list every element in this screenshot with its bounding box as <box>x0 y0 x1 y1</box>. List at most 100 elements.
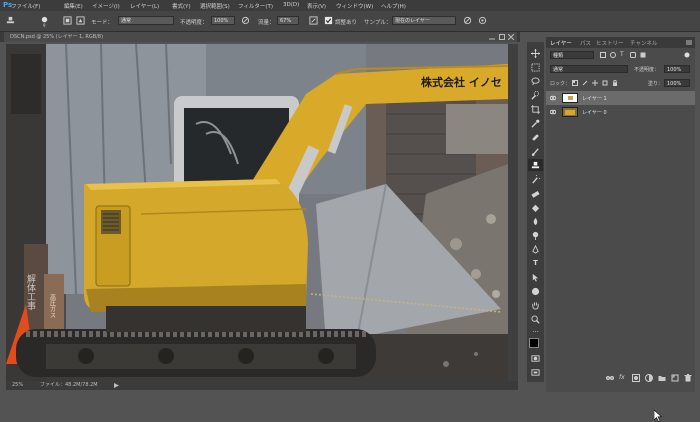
layers-panel: レイヤー パス ヒストリー チャンネル 種類 T 通常 不透明度： 100% ロ… <box>546 37 695 392</box>
menu-edit[interactable]: 編集(E) <box>64 2 83 10</box>
menu-type[interactable]: 書式(Y) <box>172 2 191 10</box>
filter-shape-icon[interactable] <box>630 52 636 58</box>
tab-history[interactable]: ヒストリー <box>596 39 624 47</box>
options-bar: 9 モード： 通常 不透明度： 100% 流量： 67% 調整あり サンプル： … <box>0 11 700 32</box>
history-brush-tool-icon[interactable] <box>531 175 540 184</box>
more-tools-icon[interactable]: ··· <box>531 328 540 337</box>
eraser-tool-icon[interactable] <box>531 189 540 198</box>
menu-image[interactable]: イメージ(I) <box>92 2 120 10</box>
move-tool-icon[interactable] <box>531 49 540 58</box>
pressure-size-icon[interactable] <box>478 16 487 25</box>
panel-tabs: レイヤー パス ヒストリー チャンネル <box>546 37 695 48</box>
new-group-icon[interactable] <box>658 374 666 382</box>
visibility-eye-icon[interactable] <box>550 95 556 101</box>
canvas-vertical-scrollbar[interactable] <box>508 44 518 381</box>
sample-select[interactable]: 現在のレイヤー <box>392 16 456 25</box>
dodge-tool-icon[interactable] <box>531 231 540 240</box>
clone-stamp-tool-icon[interactable] <box>6 16 15 25</box>
excavator-photo: 解体工事 高圧ガス 株式会社 イノセ <box>6 44 508 381</box>
lock-artboard-icon[interactable] <box>602 80 608 86</box>
lock-image-icon[interactable] <box>582 80 588 86</box>
opacity-input[interactable]: 100% <box>211 16 235 25</box>
clone-stamp-tool-icon[interactable] <box>531 161 540 170</box>
zoom-tool-icon[interactable] <box>531 315 540 324</box>
zoom-level[interactable]: 25% <box>12 381 23 390</box>
layer-kind-label: 種類 <box>553 53 564 59</box>
document-tab[interactable]: DSCN.psd @ 25% (レイヤー 1, RGB/8) <box>4 32 517 42</box>
lasso-tool-icon[interactable] <box>531 77 540 86</box>
screen-mode-icon[interactable] <box>531 368 540 377</box>
tab-channels[interactable]: チャンネル <box>630 39 657 47</box>
menu-help[interactable]: ヘルプ(H) <box>381 2 406 10</box>
visibility-eye-icon[interactable] <box>550 109 556 115</box>
filter-adjustment-icon[interactable] <box>610 52 616 58</box>
menu-3d[interactable]: 3D(D) <box>283 2 299 8</box>
link-layers-icon[interactable] <box>606 374 614 382</box>
lock-transparent-icon[interactable] <box>572 80 578 86</box>
layer-name: レイヤー 0 <box>582 110 607 116</box>
menu-window[interactable]: ウィンドウ(W) <box>336 2 373 10</box>
layer-opacity-label: 不透明度： <box>634 67 660 73</box>
eyedropper-tool-icon[interactable] <box>531 119 540 128</box>
quick-mask-icon[interactable] <box>531 354 540 363</box>
gradient-tool-icon[interactable] <box>531 203 540 212</box>
aligned-checkbox-icon[interactable] <box>324 16 333 25</box>
lock-label: ロック： <box>550 81 571 87</box>
marquee-tool-icon[interactable] <box>531 63 540 72</box>
airbrush-icon[interactable] <box>309 16 318 25</box>
menu-layer[interactable]: レイヤー(L) <box>130 2 159 10</box>
status-menu-arrow-icon[interactable] <box>114 383 119 388</box>
lock-all-icon[interactable] <box>612 80 618 86</box>
tab-paths[interactable]: パス <box>580 39 591 47</box>
fill-input[interactable]: 100% <box>664 79 690 87</box>
pen-tool-icon[interactable] <box>531 245 540 254</box>
pressure-opacity-icon[interactable] <box>241 16 250 25</box>
layer-row-1[interactable]: レイヤー 1 <box>546 91 695 105</box>
add-mask-icon[interactable] <box>632 374 640 382</box>
crop-tool-icon[interactable] <box>531 105 540 114</box>
toggle-brush-panel-icon[interactable] <box>63 16 72 25</box>
layer-style-icon[interactable]: fx <box>619 374 627 382</box>
sample-label: サンプル： <box>364 20 392 26</box>
healing-brush-tool-icon[interactable] <box>531 133 540 142</box>
tab-layers[interactable]: レイヤー <box>550 39 572 47</box>
mode-select[interactable]: 通常 <box>118 16 174 25</box>
minimize-icon[interactable] <box>489 34 495 40</box>
canvas-sign-gas: 高圧ガス <box>49 293 56 318</box>
filter-type-icon[interactable]: T <box>620 51 624 58</box>
status-bar: 25% ファイル：48.2M/78.2M <box>6 381 518 390</box>
blend-mode-select[interactable]: 通常 <box>550 65 628 73</box>
menu-file[interactable]: ファイル(F) <box>11 2 40 10</box>
layer-row-0[interactable]: レイヤー 0 <box>546 105 695 119</box>
menu-select[interactable]: 選択範囲(S) <box>200 2 230 10</box>
layer-kind-select[interactable]: 種類 <box>550 51 594 59</box>
document-tab-title: DSCN.psd @ 25% (レイヤー 1, RGB/8) <box>10 34 104 40</box>
clone-source-panel-icon[interactable] <box>76 16 85 25</box>
menu-view[interactable]: 表示(V) <box>307 2 326 10</box>
flow-label: 流量： <box>258 20 275 26</box>
filter-pixel-icon[interactable] <box>600 52 606 58</box>
shape-tool-icon[interactable] <box>531 287 540 296</box>
type-tool-icon[interactable]: T <box>531 259 540 268</box>
maximize-icon[interactable] <box>499 34 505 40</box>
brush-tool-icon[interactable] <box>531 147 540 156</box>
delete-layer-icon[interactable] <box>684 374 692 382</box>
file-info[interactable]: ファイル：48.2M/78.2M <box>40 381 98 390</box>
foreground-color-swatch[interactable] <box>529 338 539 348</box>
ignore-adjustment-icon[interactable] <box>463 16 472 25</box>
flow-input[interactable]: 67% <box>277 16 299 25</box>
document-canvas[interactable]: 解体工事 高圧ガス 株式会社 イノセ <box>6 44 508 381</box>
close-icon[interactable] <box>508 34 514 40</box>
path-select-tool-icon[interactable] <box>531 273 540 282</box>
filter-smart-object-icon[interactable] <box>640 52 646 58</box>
lock-position-icon[interactable] <box>592 80 598 86</box>
panel-menu-icon[interactable] <box>686 40 692 45</box>
new-layer-icon[interactable] <box>671 374 679 382</box>
blur-tool-icon[interactable] <box>531 217 540 226</box>
quick-select-tool-icon[interactable] <box>531 91 540 100</box>
filter-toggle-icon[interactable] <box>684 52 690 58</box>
menu-filter[interactable]: フィルター(T) <box>238 2 273 10</box>
adjustment-layer-icon[interactable] <box>645 374 653 382</box>
hand-tool-icon[interactable] <box>531 301 540 310</box>
layer-opacity-input[interactable]: 100% <box>664 65 690 73</box>
